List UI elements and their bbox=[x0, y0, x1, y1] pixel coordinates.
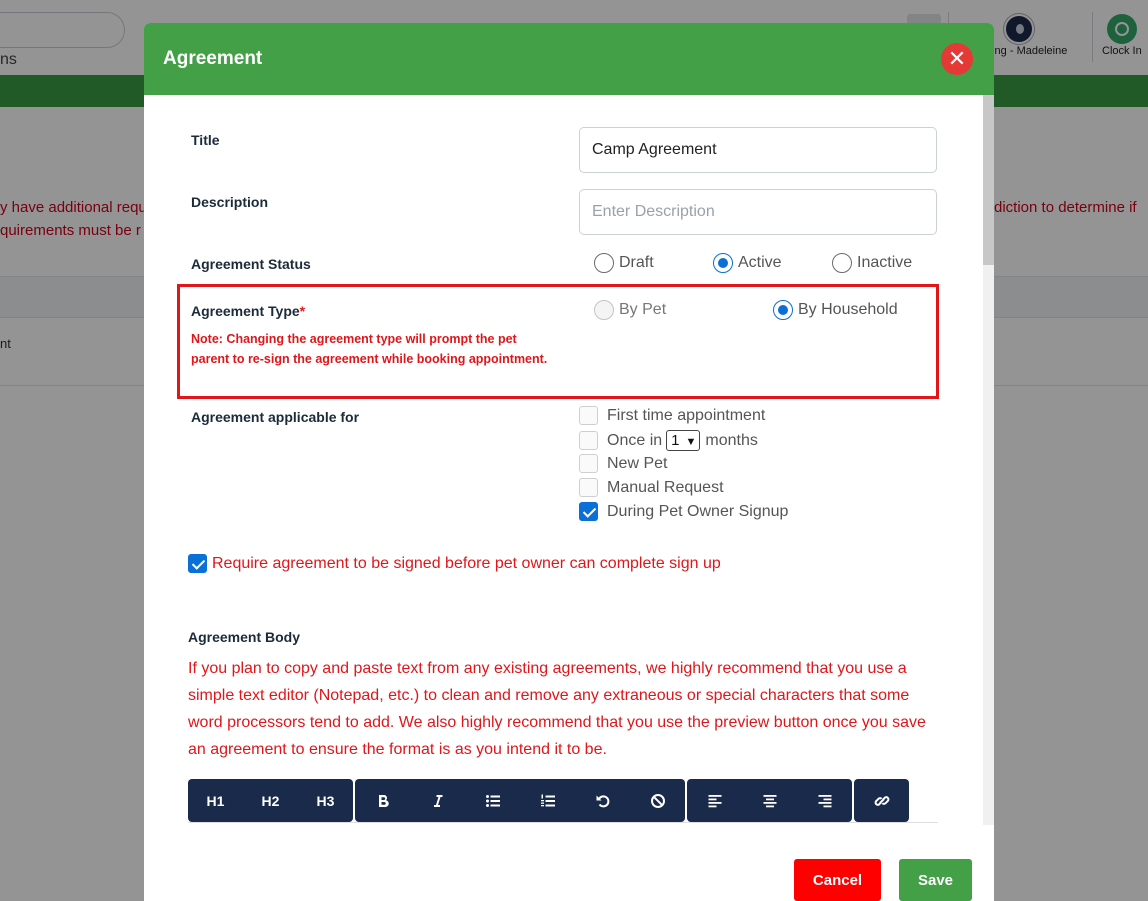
radio-label: By Pet bbox=[619, 301, 667, 318]
status-radio-inactive[interactable]: Inactive bbox=[832, 253, 912, 273]
h3-button[interactable]: H3 bbox=[298, 779, 353, 822]
numbered-list-button[interactable] bbox=[520, 779, 575, 822]
modal-scrollbar-thumb[interactable] bbox=[983, 95, 994, 265]
checkbox-first-time[interactable]: First time appointment bbox=[579, 406, 765, 425]
months-select-value: 1 bbox=[671, 432, 680, 449]
h2-button[interactable]: H2 bbox=[243, 779, 298, 822]
type-radio-by-household[interactable]: By Household bbox=[773, 300, 898, 320]
radio-disabled-icon bbox=[594, 300, 614, 320]
align-center-icon bbox=[763, 794, 776, 807]
toolbar-group-align bbox=[687, 779, 852, 822]
align-center-button[interactable] bbox=[742, 779, 797, 822]
title-label: Title bbox=[191, 132, 220, 148]
checkbox-label-suffix: months bbox=[705, 431, 758, 449]
status-label: Agreement Status bbox=[191, 256, 311, 272]
type-label: Agreement Type* bbox=[191, 303, 305, 319]
checkbox-pet-owner-signup[interactable]: During Pet Owner Signup bbox=[579, 502, 788, 521]
checkbox-icon bbox=[579, 478, 598, 497]
cancel-button[interactable]: Cancel bbox=[794, 859, 881, 901]
radio-selected-icon bbox=[773, 300, 793, 320]
clear-format-button[interactable] bbox=[630, 779, 685, 822]
italic-icon bbox=[433, 794, 442, 807]
checkbox-label: Require agreement to be signed before pe… bbox=[212, 554, 721, 572]
checkbox-label: First time appointment bbox=[607, 406, 766, 424]
checkbox-icon bbox=[579, 454, 598, 473]
checkbox-require-signup[interactable]: Require agreement to be signed before pe… bbox=[188, 554, 721, 573]
numbered-list-icon bbox=[540, 794, 555, 806]
align-right-icon bbox=[818, 794, 831, 807]
checkbox-new-pet[interactable]: New Pet bbox=[579, 454, 667, 473]
agreement-modal: Agreement ✕ Title Description Agreement … bbox=[144, 23, 994, 901]
checkbox-icon bbox=[579, 406, 598, 425]
link-icon bbox=[874, 795, 889, 806]
type-change-note: Note: Changing the agreement type will p… bbox=[191, 332, 548, 366]
type-radio-by-pet[interactable]: By Pet bbox=[594, 300, 666, 320]
align-right-button[interactable] bbox=[797, 779, 852, 822]
radio-icon bbox=[832, 253, 852, 273]
toolbar-group-headings: H1 H2 H3 bbox=[188, 779, 353, 822]
toolbar-group-format bbox=[355, 779, 685, 822]
description-input[interactable] bbox=[579, 189, 937, 235]
status-radio-active[interactable]: Active bbox=[713, 253, 782, 273]
applicable-label: Agreement applicable for bbox=[191, 409, 360, 425]
description-label: Description bbox=[191, 194, 269, 210]
checkbox-icon bbox=[579, 431, 598, 450]
checkbox-manual-request[interactable]: Manual Request bbox=[579, 478, 724, 497]
checkbox-label: New Pet bbox=[607, 454, 668, 472]
checkbox-label: Manual Request bbox=[607, 478, 724, 496]
link-button[interactable] bbox=[854, 779, 909, 822]
radio-label: Draft bbox=[619, 254, 654, 271]
status-radio-draft[interactable]: Draft bbox=[594, 253, 654, 273]
save-button[interactable]: Save bbox=[899, 859, 972, 901]
radio-icon bbox=[594, 253, 614, 273]
body-label: Agreement Body bbox=[188, 629, 301, 645]
clear-format-icon bbox=[650, 793, 665, 808]
radio-selected-icon bbox=[713, 253, 733, 273]
undo-button[interactable] bbox=[575, 779, 630, 822]
body-paste-warning: If you plan to copy and paste text from … bbox=[188, 660, 926, 758]
align-left-icon bbox=[708, 794, 721, 807]
checkbox-checked-icon bbox=[188, 554, 207, 573]
h1-button[interactable]: H1 bbox=[188, 779, 243, 822]
required-mark: * bbox=[299, 303, 306, 319]
bold-icon bbox=[378, 794, 389, 807]
bullet-list-button[interactable] bbox=[465, 779, 520, 822]
close-icon: ✕ bbox=[947, 46, 967, 71]
undo-icon bbox=[596, 794, 609, 807]
editor-toolbar: H1 H2 H3 bbox=[188, 779, 911, 822]
modal-title: Agreement bbox=[163, 48, 263, 69]
radio-label: Inactive bbox=[857, 254, 913, 271]
toolbar-group-link bbox=[854, 779, 909, 822]
checkbox-once-in[interactable]: Once in 1 ▼ months bbox=[579, 430, 758, 451]
radio-label: Active bbox=[738, 254, 782, 271]
italic-button[interactable] bbox=[410, 779, 465, 822]
modal-footer: Cancel Save bbox=[144, 825, 994, 901]
radio-label: By Household bbox=[798, 301, 898, 318]
align-left-button[interactable] bbox=[687, 779, 742, 822]
checkbox-checked-icon bbox=[579, 502, 598, 521]
title-input[interactable] bbox=[579, 127, 937, 173]
modal-header: Agreement ✕ bbox=[144, 23, 994, 95]
close-button[interactable]: ✕ bbox=[941, 43, 973, 75]
checkbox-label: Once in bbox=[607, 431, 663, 449]
months-select[interactable]: 1 ▼ bbox=[666, 430, 701, 451]
bullet-list-icon bbox=[485, 794, 500, 807]
type-label-text: Agreement Type bbox=[191, 303, 300, 319]
chevron-down-icon: ▼ bbox=[685, 436, 697, 448]
checkbox-label: During Pet Owner Signup bbox=[607, 502, 789, 520]
bold-button[interactable] bbox=[355, 779, 410, 822]
